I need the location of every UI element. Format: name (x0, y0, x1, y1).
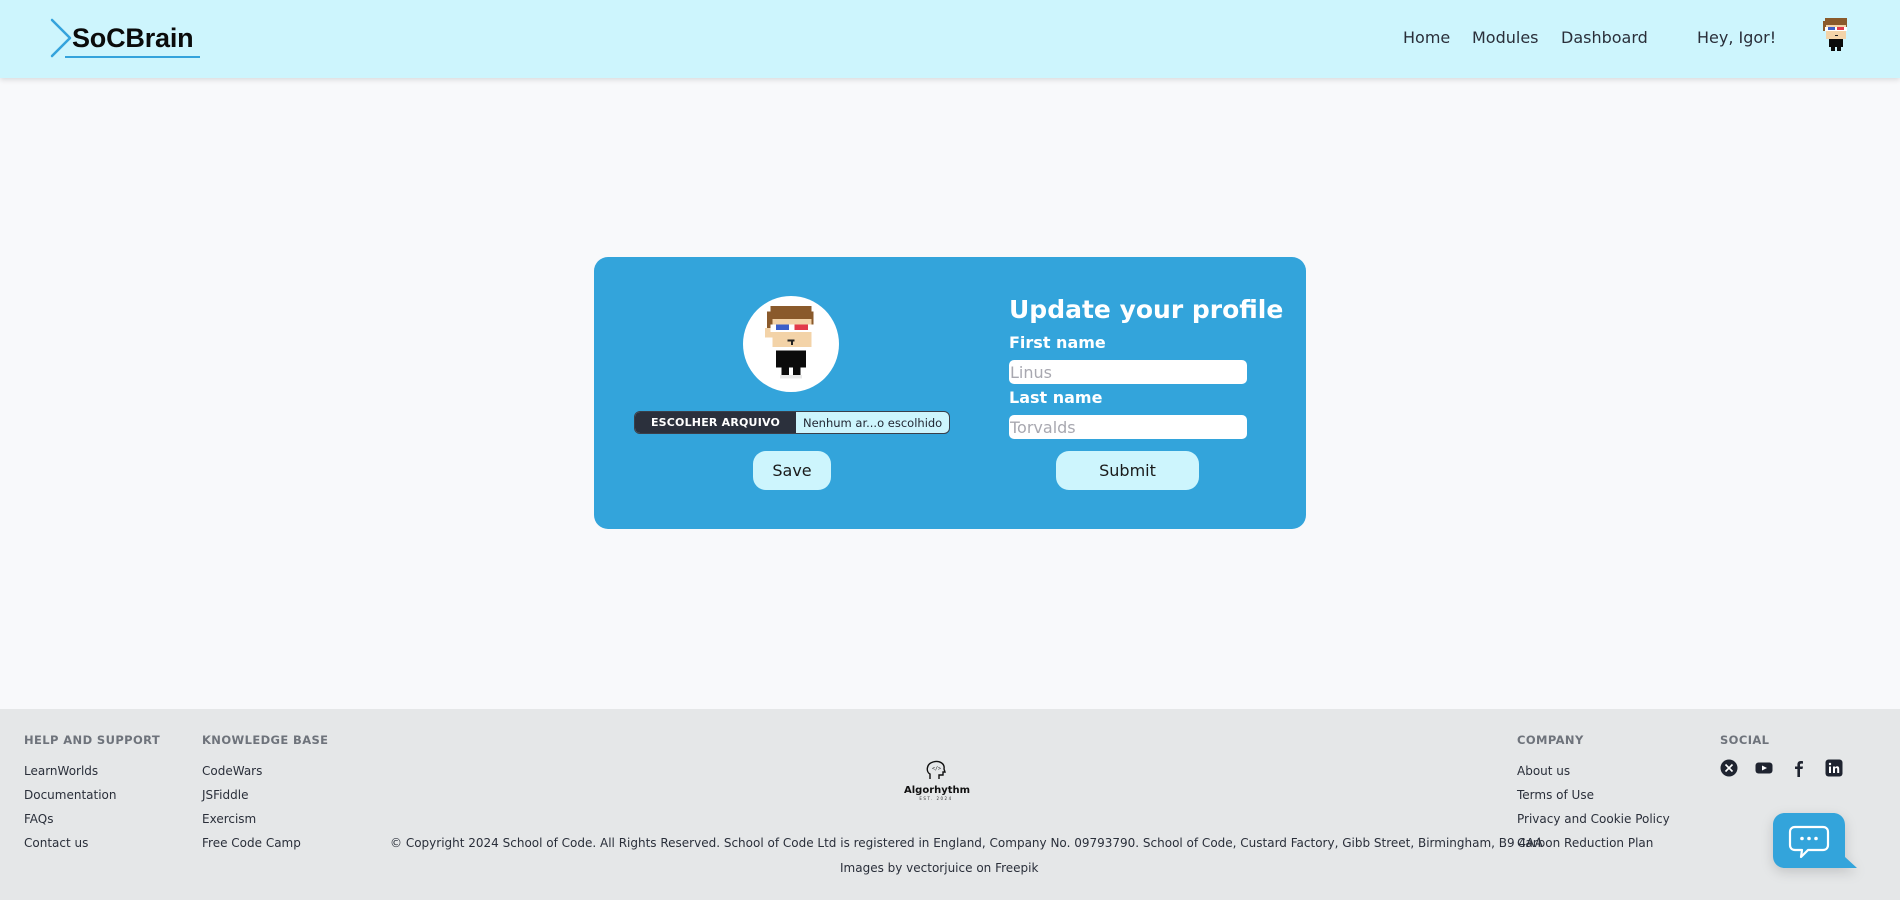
footer-link-privacy[interactable]: Privacy and Cookie Policy (1517, 807, 1670, 831)
submit-profile-button[interactable]: Submit (1056, 451, 1199, 490)
choose-file-button[interactable]: ESCOLHER ARQUIVO (635, 412, 796, 433)
avatar-file-input[interactable]: ESCOLHER ARQUIVO Nenhum ar...o escolhido (634, 411, 950, 434)
socbrain-logo[interactable]: SoCBrain (50, 18, 202, 60)
chat-bubble-icon (1773, 813, 1857, 868)
site-footer: HELP AND SUPPORT LearnWorlds Documentati… (0, 709, 1900, 900)
footer-link-freecodecamp[interactable]: Free Code Camp (202, 831, 328, 855)
copyright-text: © Copyright 2024 School of Code. All Rig… (390, 836, 1543, 850)
nav-modules[interactable]: Modules (1472, 28, 1539, 47)
last-name-label: Last name (1009, 388, 1103, 407)
image-credits: Images by vectorjuice on Freepik (840, 861, 1039, 875)
form-title: Update your profile (1009, 295, 1284, 324)
user-avatar[interactable] (1818, 16, 1854, 56)
first-name-input[interactable] (1009, 360, 1247, 384)
save-avatar-button[interactable]: Save (753, 451, 831, 490)
footer-social-column: SOCIAL (1720, 733, 1843, 777)
first-name-label: First name (1009, 333, 1106, 352)
footer-link-jsfiddle[interactable]: JSFiddle (202, 783, 328, 807)
x-icon[interactable] (1720, 759, 1738, 777)
profile-avatar (743, 296, 839, 392)
nav-dashboard[interactable]: Dashboard (1561, 28, 1648, 47)
svg-text:</>: </> (932, 766, 941, 772)
footer-link-terms[interactable]: Terms of Use (1517, 783, 1670, 807)
footer-knowledge-column: KNOWLEDGE BASE CodeWars JSFiddle Exercis… (202, 733, 328, 855)
file-status-text: Nenhum ar...o escolhido (803, 415, 943, 430)
footer-link-exercism[interactable]: Exercism (202, 807, 328, 831)
footer-company-column: COMPANY About us Terms of Use Privacy an… (1517, 733, 1670, 855)
facebook-icon[interactable] (1790, 759, 1808, 777)
footer-heading: KNOWLEDGE BASE (202, 733, 329, 747)
pixel-avatar-icon (764, 305, 814, 379)
profile-card: ESCOLHER ARQUIVO Nenhum ar...o escolhido… (594, 257, 1306, 529)
head-code-icon: </> (926, 760, 946, 779)
footer-heading: SOCIAL (1720, 733, 1770, 747)
logo-underline (65, 56, 200, 58)
top-navbar: SoCBrain Home Modules Dashboard Hey, Igo… (0, 0, 1900, 78)
footer-link-carbon[interactable]: Carbon Reduction Plan (1517, 831, 1670, 855)
nav-home[interactable]: Home (1403, 28, 1450, 47)
logo-text: SoCBrain (72, 23, 194, 53)
linkedin-icon[interactable] (1825, 759, 1843, 777)
footer-link-contact[interactable]: Contact us (24, 831, 160, 855)
footer-link-learnworlds[interactable]: LearnWorlds (24, 759, 160, 783)
user-greeting: Hey, Igor! (1697, 28, 1777, 47)
footer-link-documentation[interactable]: Documentation (24, 783, 160, 807)
footer-link-about[interactable]: About us (1517, 759, 1670, 783)
chevron-logo-icon (50, 18, 72, 58)
youtube-icon[interactable] (1755, 759, 1773, 777)
footer-heading: HELP AND SUPPORT (24, 733, 161, 747)
footer-link-faqs[interactable]: FAQs (24, 807, 160, 831)
chat-widget-button[interactable] (1773, 813, 1857, 869)
footer-help-column: HELP AND SUPPORT LearnWorlds Documentati… (24, 733, 160, 855)
pixel-avatar-icon (1823, 18, 1847, 51)
brand-name: Algorhythm (904, 785, 971, 796)
footer-heading: COMPANY (1517, 733, 1584, 747)
brand-est: EST. 2024 (919, 796, 953, 801)
footer-link-codewars[interactable]: CodeWars (202, 759, 328, 783)
algorhythm-logo: </> Algorhythm EST. 2024 (904, 759, 971, 803)
last-name-input[interactable] (1009, 415, 1247, 439)
